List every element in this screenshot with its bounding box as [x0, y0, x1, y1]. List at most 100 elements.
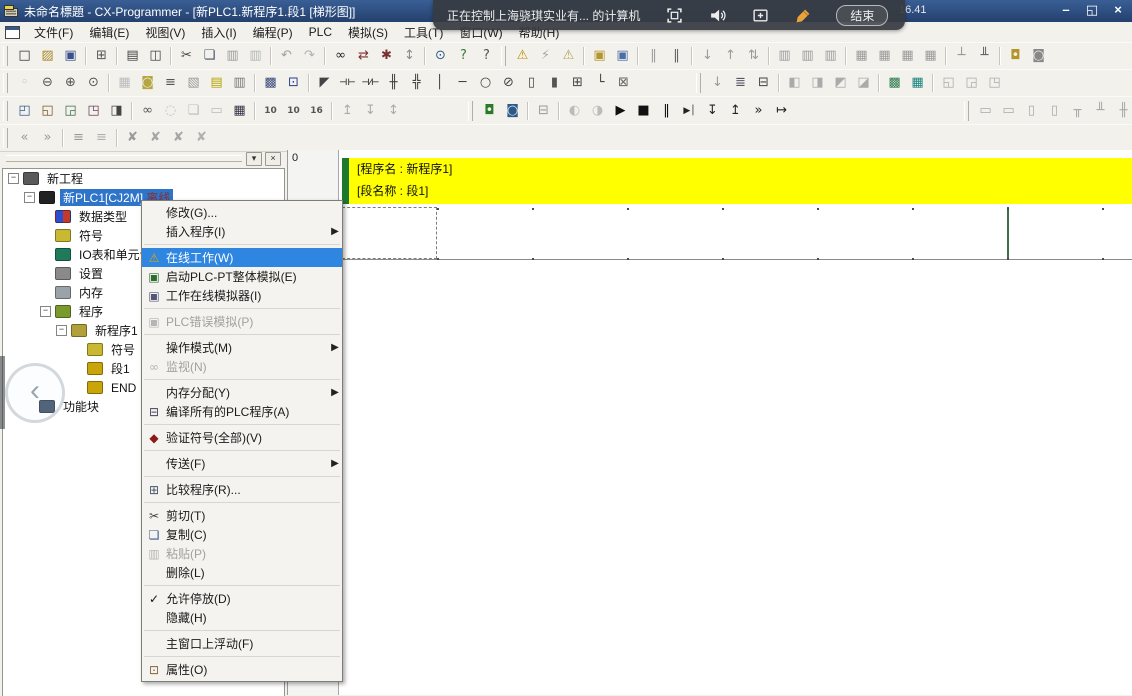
simulator-transfer-icon[interactable]: ⊟ — [532, 100, 555, 122]
radix-hex-icon[interactable]: 16 — [305, 100, 328, 122]
sim-scan-run-icon[interactable]: ↦ — [770, 100, 793, 122]
transfer-from-plc-icon[interactable]: ↑ — [719, 45, 742, 67]
data-trace-icon[interactable]: ▥ — [819, 45, 842, 67]
menu-insert[interactable]: 插入(I) — [193, 22, 244, 43]
menu-edit[interactable]: 编辑(E) — [81, 22, 137, 43]
compile-program-icon[interactable]: ⚠ — [511, 45, 534, 67]
cm-float-on-main-window[interactable]: 主窗口上浮动(F) — [142, 634, 342, 653]
edit-delete-icon[interactable]: ◨ — [806, 72, 829, 94]
section-name-banner[interactable]: [段名称 : 段1] — [357, 180, 1132, 202]
cm-compare-program[interactable]: ⊞ 比较程序(R)... — [142, 480, 342, 499]
fullscreen-icon[interactable] — [666, 7, 683, 24]
watch-window-icon[interactable]: ∞ — [136, 100, 159, 122]
delete-tool-icon[interactable]: ⊠ — [612, 72, 635, 94]
annotate-pen-icon[interactable] — [795, 7, 812, 24]
zoom-in-icon[interactable]: ⊕ — [59, 72, 82, 94]
rack-bottom-icon[interactable]: ╨ — [1089, 100, 1112, 122]
new-or-closed-contact-icon[interactable]: ╬ — [405, 72, 428, 94]
transfer-to-plc-icon[interactable]: ↓ — [696, 45, 719, 67]
cm-cut[interactable]: ✂ 剪切(T) — [142, 506, 342, 525]
memory-window-icon[interactable]: ▦ — [228, 100, 251, 122]
properties-window-icon[interactable]: ◨ — [105, 100, 128, 122]
sim-stop-icon[interactable]: ■ — [632, 100, 655, 122]
online-edit-icon[interactable]: ▦ — [906, 72, 929, 94]
fb-parameter-icon[interactable]: └ — [589, 72, 612, 94]
menu-file[interactable]: 文件(F) — [26, 22, 81, 43]
symbol-edit-icon[interactable]: ◙ — [1027, 45, 1050, 67]
new-file-icon[interactable]: □ — [13, 45, 36, 67]
find-replace-icon[interactable]: ⇄ — [352, 45, 375, 67]
compile-all-icon[interactable]: ⚡ — [534, 45, 557, 67]
tree-expand-box[interactable] — [40, 249, 51, 260]
layers-icon[interactable]: ≣ — [729, 72, 752, 94]
simulator-online-icon[interactable]: ◘ — [478, 100, 501, 122]
watch-page-icon[interactable]: ◌ — [159, 100, 182, 122]
toolbar-grip[interactable] — [696, 73, 701, 93]
tree-expand-box[interactable]: − — [24, 192, 35, 203]
find-error-icon[interactable]: ⚠ — [557, 45, 580, 67]
new-vertical-icon[interactable]: │ — [428, 72, 451, 94]
panel-grip[interactable] — [6, 155, 242, 162]
cm-paste[interactable]: ▥ 粘贴(P) — [142, 544, 342, 563]
rack-split-icon[interactable]: ╫ — [1112, 100, 1132, 122]
rung-wrap-icon[interactable]: ▥ — [228, 72, 251, 94]
menu-view[interactable]: 视图(V) — [137, 22, 193, 43]
ladder-view-icon[interactable]: ▤ — [205, 72, 228, 94]
retrace-icon[interactable]: ↕ — [398, 45, 421, 67]
toolbar-grip[interactable] — [964, 101, 969, 121]
help-icon[interactable]: ? — [452, 45, 475, 67]
delete-rung-icon[interactable]: ✘ — [144, 127, 167, 149]
unit-view-icon[interactable]: ▭ — [997, 100, 1020, 122]
edit-insert-icon[interactable]: ◪ — [852, 72, 875, 94]
compare-with-plc-icon[interactable]: ⇅ — [742, 45, 765, 67]
tree-expand-box[interactable] — [40, 211, 51, 222]
grid-toggle-icon[interactable]: ▦ — [113, 72, 136, 94]
minimize-button[interactable]: – — [1058, 2, 1074, 18]
child-window-icon[interactable] — [5, 26, 20, 39]
zoom-out-icon[interactable]: ⊖ — [36, 72, 59, 94]
cm-monitor[interactable]: ∞ 监视(N) — [142, 357, 342, 376]
sim-step-in-icon[interactable]: ↧ — [701, 100, 724, 122]
speaker-icon[interactable] — [709, 7, 726, 24]
window-top-icon[interactable]: ◳ — [983, 72, 1006, 94]
delete-column-icon[interactable]: ✘ — [190, 127, 213, 149]
panel-float-button[interactable]: ▾ — [246, 152, 262, 166]
toolbar-grip[interactable] — [468, 101, 473, 121]
transfer-settings-icon[interactable]: ↓ — [706, 72, 729, 94]
select-tool-icon[interactable]: ◤ — [313, 72, 336, 94]
pause-monitor-icon[interactable]: ‖ — [642, 45, 665, 67]
context-help-icon[interactable]: ? — [475, 45, 498, 67]
window-right-icon[interactable]: ◲ — [960, 72, 983, 94]
program-check-icon[interactable]: ⊟ — [752, 72, 775, 94]
info-icon[interactable]: ⊙ — [429, 45, 452, 67]
cross-reference-window-icon[interactable]: ◳ — [82, 100, 105, 122]
cm-operating-mode[interactable]: 操作模式(M) ▶ — [142, 338, 342, 357]
search-symbols-icon[interactable]: ✱ — [375, 45, 398, 67]
menu-program[interactable]: 编程(P) — [245, 22, 301, 43]
io-table-icon[interactable]: ▦ — [850, 45, 873, 67]
print-icon[interactable]: ▤ — [121, 45, 144, 67]
toolbar-grip[interactable] — [3, 46, 8, 66]
cm-memory-allocation[interactable]: 内存分配(Y) ▶ — [142, 383, 342, 402]
unit-params-icon[interactable]: ▯ — [1043, 100, 1066, 122]
address-reference-icon[interactable]: ▩ — [259, 72, 282, 94]
heap-window-icon[interactable]: ◲ — [59, 100, 82, 122]
monitor-icon[interactable]: ▥ — [773, 45, 796, 67]
end-session-button[interactable]: 结束 — [836, 5, 888, 26]
indent-left-icon[interactable]: « — [13, 127, 36, 149]
open-project-icon[interactable]: ▨ — [36, 45, 59, 67]
run-mode-icon[interactable]: ◐ — [563, 100, 586, 122]
tree-expand-box[interactable]: − — [56, 325, 67, 336]
tree-expand-box[interactable]: − — [40, 306, 51, 317]
edit-above-icon[interactable]: ◧ — [783, 72, 806, 94]
new-closed-contact-icon[interactable]: ⊣⁄⊢ — [359, 72, 382, 94]
section-banner[interactable]: [程序名 : 新程序1] [段名称 : 段1] — [342, 158, 1132, 204]
menu-plc[interactable]: PLC — [301, 23, 340, 41]
zoom-tool-icon[interactable]: ◦ — [13, 72, 36, 94]
program-name-banner[interactable]: [程序名 : 新程序1] — [357, 158, 1132, 180]
unit-editor-icon[interactable]: ▭ — [974, 100, 997, 122]
differential-monitor-icon[interactable]: ▥ — [796, 45, 819, 67]
edit-update-icon[interactable]: ◩ — [829, 72, 852, 94]
toolbar-grip[interactable] — [3, 128, 8, 148]
delete-row-icon[interactable]: ✘ — [167, 127, 190, 149]
